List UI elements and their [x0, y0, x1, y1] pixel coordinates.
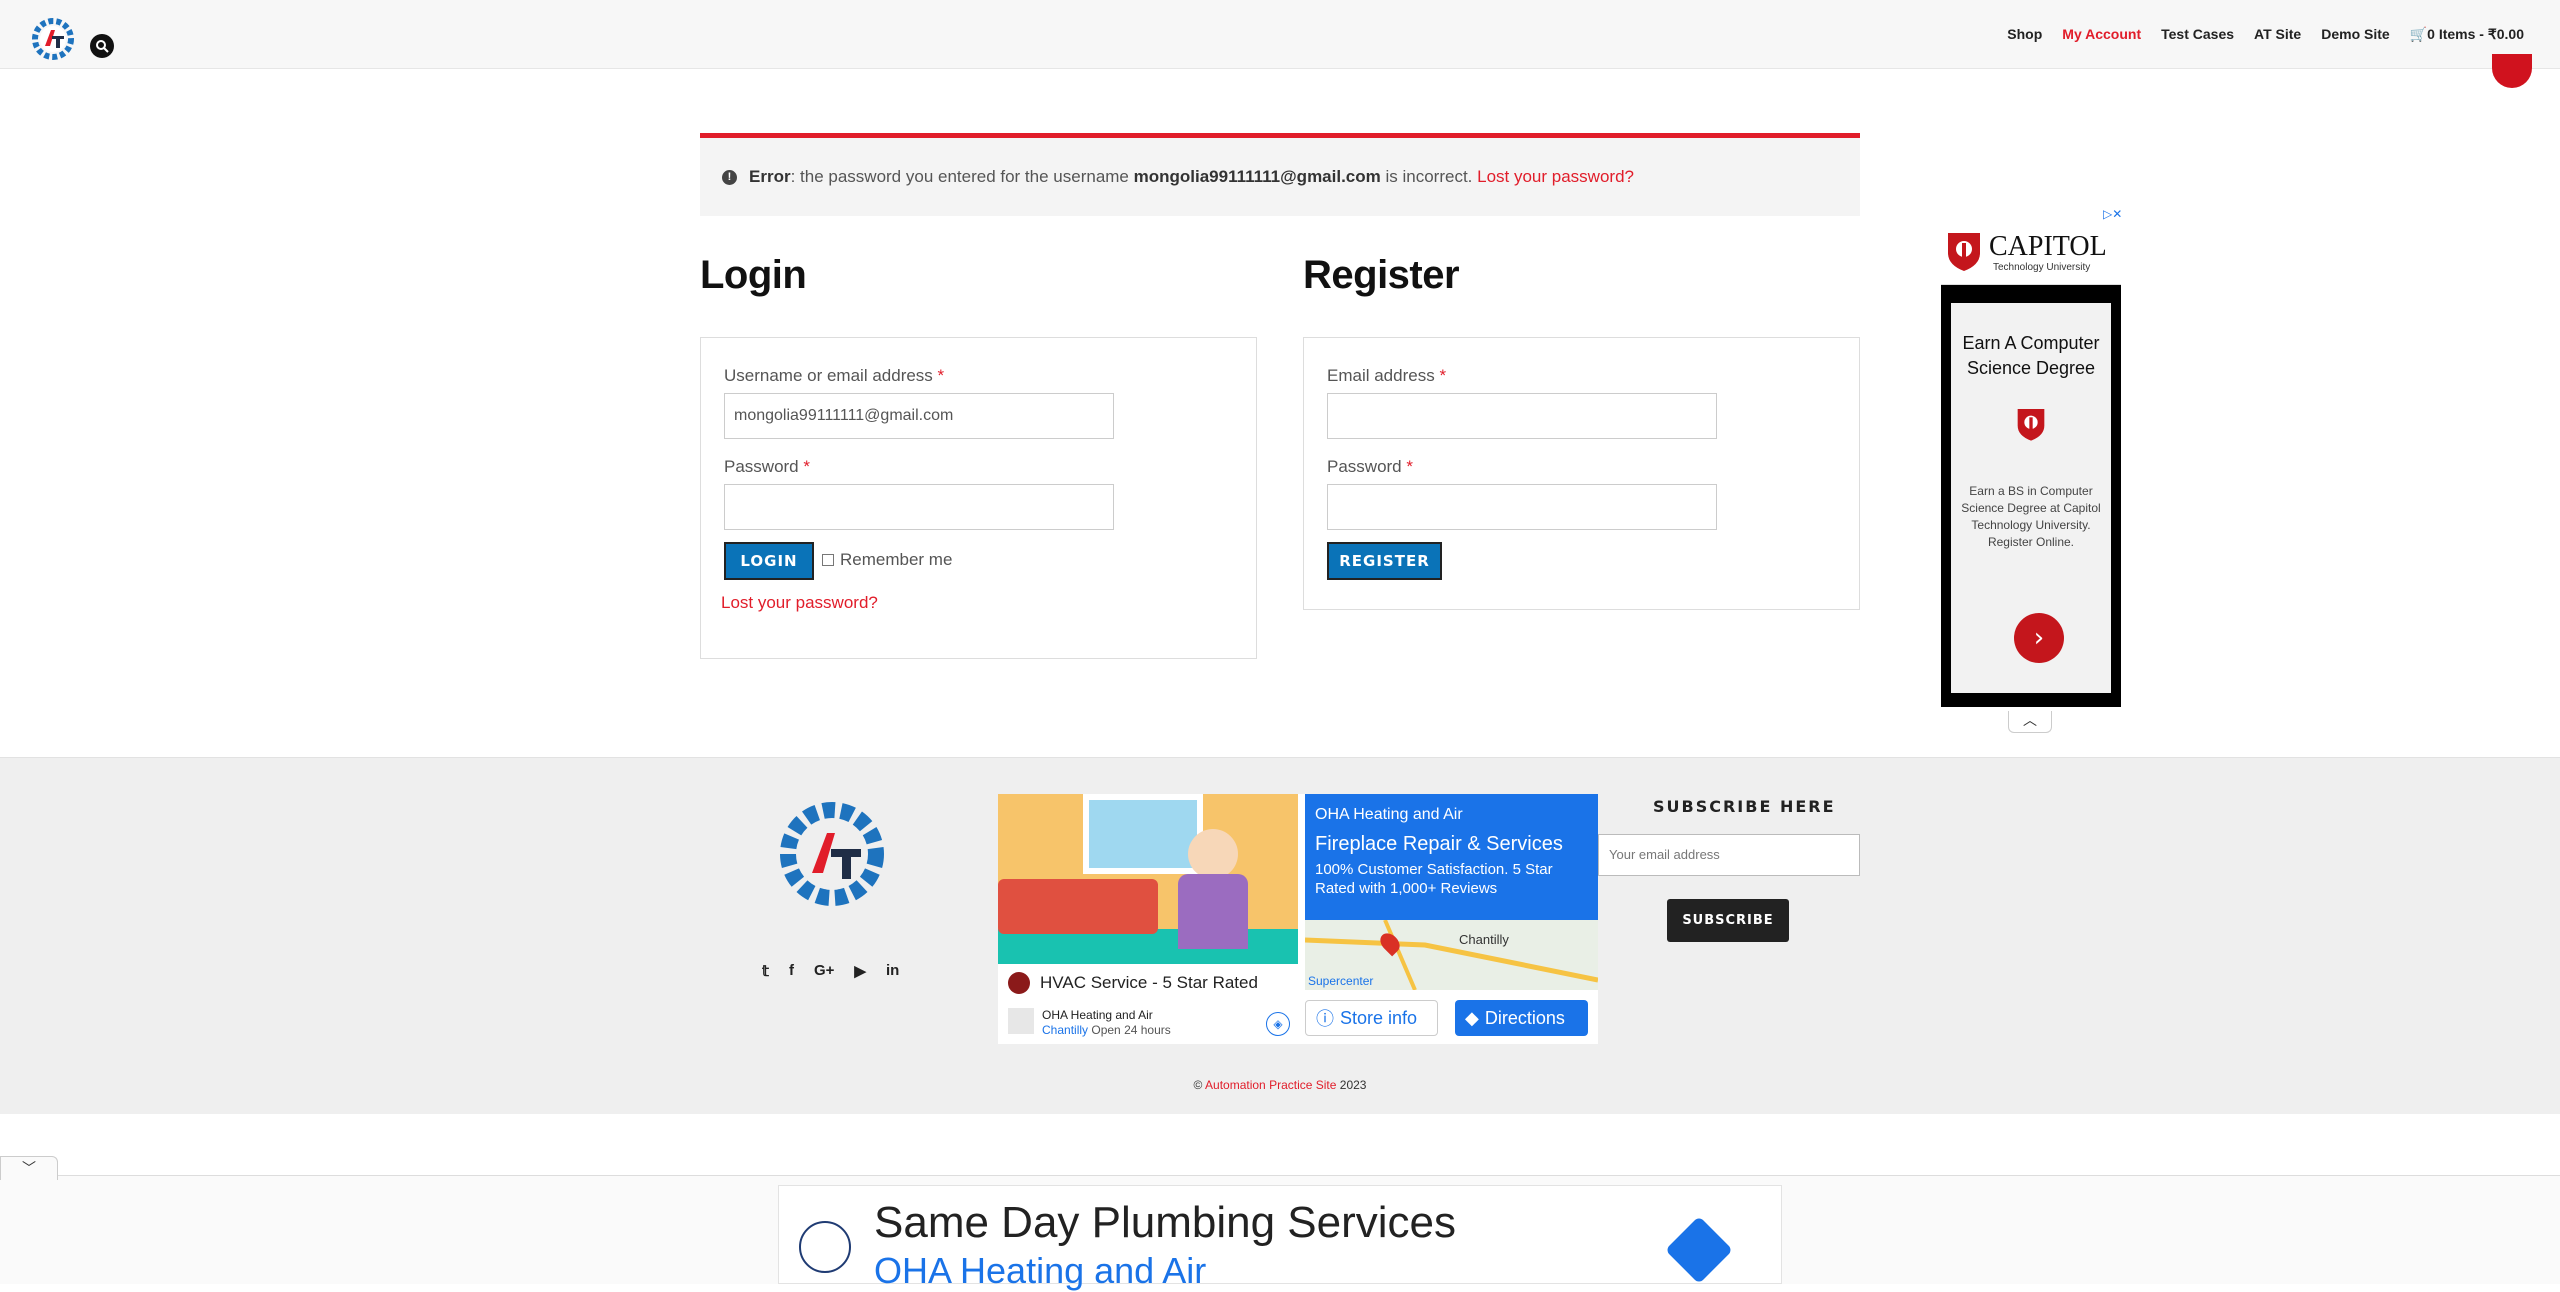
- error-label: Error: [749, 167, 791, 186]
- map-label: Chantilly: [1459, 932, 1509, 947]
- anchor-ad-title: Same Day Plumbing Services: [874, 1198, 1457, 1247]
- ad-right-headline: Fireplace Repair & Services: [1315, 833, 1563, 855]
- ad-body: Earn a BS in Computer Science Degree at …: [1961, 484, 2101, 549]
- footer-ad-right[interactable]: OHA Heating and Air Fireplace Repair & S…: [1304, 794, 1599, 1044]
- ad-brand-bar: CAPITOL Technology University ▷✕: [1941, 207, 2122, 285]
- username-label: Username or email address *: [724, 366, 945, 385]
- info-icon: ⓘ: [1316, 1009, 1334, 1029]
- remember-me-label: Remember me: [840, 550, 953, 569]
- nav-my-account[interactable]: My Account: [2062, 26, 2141, 43]
- company-seal-icon: [799, 1221, 851, 1273]
- password-label: Password *: [724, 457, 810, 476]
- exclamation-icon: !: [722, 169, 737, 185]
- ad-choices-icon[interactable]: ▷✕: [2103, 207, 2122, 223]
- username-input[interactable]: [724, 393, 1114, 439]
- twitter-icon[interactable]: 𝕥: [762, 962, 769, 980]
- nav-test-cases[interactable]: Test Cases: [2161, 26, 2234, 43]
- ad-left-location: Chantilly: [1042, 1023, 1089, 1037]
- shield-logo-icon: [1946, 229, 1982, 273]
- copyright-link[interactable]: Automation Practice Site: [1205, 1078, 1336, 1092]
- main-nav: Shop My Account Test Cases AT Site Demo …: [2007, 26, 2524, 43]
- collapse-ad-chevron-up-icon[interactable]: ︿: [2008, 711, 2052, 733]
- email-label: Email address *: [1327, 366, 1447, 385]
- register-password-label: Password *: [1327, 457, 1413, 476]
- register-button[interactable]: REGISTER: [1327, 542, 1442, 580]
- youtube-icon[interactable]: ▶: [854, 962, 866, 980]
- directions-icon[interactable]: [1665, 1216, 1733, 1284]
- ad-card: Earn A Computer Science Degree Earn a BS…: [1951, 303, 2111, 693]
- error-lost-password-link[interactable]: Lost your password?: [1477, 167, 1634, 187]
- cart-bubble-icon[interactable]: [2492, 54, 2532, 88]
- anchor-collapse-chevron-down-icon[interactable]: ﹀: [0, 1156, 58, 1180]
- directions-label: Directions: [1484, 1007, 1565, 1028]
- facebook-icon[interactable]: f: [789, 962, 794, 980]
- subscribe-email-input[interactable]: Your email address: [1598, 834, 1860, 876]
- map-pin-icon: [1008, 1008, 1034, 1034]
- nav-at-site[interactable]: AT Site: [2254, 26, 2301, 43]
- lost-password-link[interactable]: Lost your password?: [721, 593, 878, 613]
- chevron-right-icon[interactable]: ›: [2014, 613, 2064, 663]
- ad-brand-name: CAPITOL: [1989, 231, 2107, 262]
- ad-right-desc: 100% Customer Satisfaction. 5 Star Rated…: [1315, 861, 1553, 897]
- site-logo[interactable]: [28, 14, 78, 64]
- ad-left-title: HVAC Service - 5 Star Rated: [1040, 973, 1258, 992]
- cart-summary: 0 Items - ₹0.00: [2427, 26, 2524, 42]
- register-password-input[interactable]: [1327, 484, 1717, 530]
- footer-logo[interactable]: [775, 795, 890, 913]
- directions-button[interactable]: ◆ Directions: [1455, 1000, 1588, 1036]
- subscribe-button[interactable]: SUBSCRIBE: [1667, 899, 1789, 942]
- ad-map: Chantilly Supercenter: [1304, 919, 1599, 991]
- store-info-label: Store info: [1340, 1007, 1418, 1028]
- nav-cart[interactable]: 🛒0 Items - ₹0.00: [2410, 26, 2524, 43]
- google-plus-icon[interactable]: G+: [814, 962, 834, 980]
- login-title: Login: [700, 253, 807, 297]
- copyright: © Automation Practice Site 2023: [1193, 1078, 1367, 1092]
- site-header: Shop My Account Test Cases AT Site Demo …: [0, 0, 2560, 69]
- register-email-input[interactable]: [1327, 393, 1717, 439]
- footer-ad-left[interactable]: HVAC Service - 5 Star Rated OHA Heating …: [998, 794, 1298, 1044]
- directions-arrow-icon: ◆: [1465, 1007, 1479, 1028]
- nav-demo-site[interactable]: Demo Site: [2321, 26, 2389, 43]
- ad-blue-panel: OHA Heating and Air Fireplace Repair & S…: [1305, 794, 1598, 920]
- company-logo-icon: [1008, 972, 1030, 994]
- error-notice: ! Error : the password you entered for t…: [700, 133, 1860, 216]
- ad-illustration: [998, 794, 1298, 964]
- linkedin-icon[interactable]: in: [886, 962, 899, 980]
- error-text-after: is incorrect.: [1380, 167, 1478, 186]
- ad-left-company: OHA Heating and Air: [1042, 1008, 1153, 1022]
- search-icon[interactable]: [90, 34, 114, 58]
- ad-headline: Earn A Computer Science Degree: [1962, 333, 2100, 378]
- ad-right-company: OHA Heating and Air: [1315, 806, 1463, 823]
- subscribe-title: SUBSCRIBE HERE: [1653, 797, 1836, 816]
- sidebar-ad[interactable]: CAPITOL Technology University ▷✕ Earn A …: [1941, 207, 2122, 707]
- social-links: 𝕥 f G+ ▶ in: [762, 962, 899, 980]
- ad-left-hours: Open 24 hours: [1091, 1023, 1171, 1037]
- store-info-button[interactable]: ⓘ Store info: [1305, 1000, 1438, 1036]
- anchor-ad[interactable]: Same Day Plumbing Services OHA Heating a…: [778, 1185, 1782, 1291]
- ad-brand-sub: Technology University: [1993, 262, 2091, 273]
- remember-me[interactable]: Remember me: [822, 550, 952, 570]
- error-username: mongolia99111111@gmail.com: [1133, 167, 1381, 186]
- register-title: Register: [1303, 253, 1460, 297]
- footer-ad[interactable]: HVAC Service - 5 Star Rated OHA Heating …: [998, 794, 1599, 1044]
- remember-me-checkbox[interactable]: [822, 554, 834, 566]
- error-text-before: : the password you entered for the usern…: [790, 167, 1134, 186]
- password-input[interactable]: [724, 484, 1114, 530]
- map-label-2: Supercenter: [1308, 974, 1374, 988]
- nav-shop[interactable]: Shop: [2007, 26, 2042, 43]
- cart-icon: 🛒: [2409, 26, 2428, 42]
- directions-icon[interactable]: ◈: [1266, 1012, 1290, 1036]
- shield-icon: [2016, 405, 2046, 443]
- anchor-ad-subtitle: OHA Heating and Air: [874, 1250, 1207, 1291]
- login-button[interactable]: LOGIN: [724, 542, 814, 580]
